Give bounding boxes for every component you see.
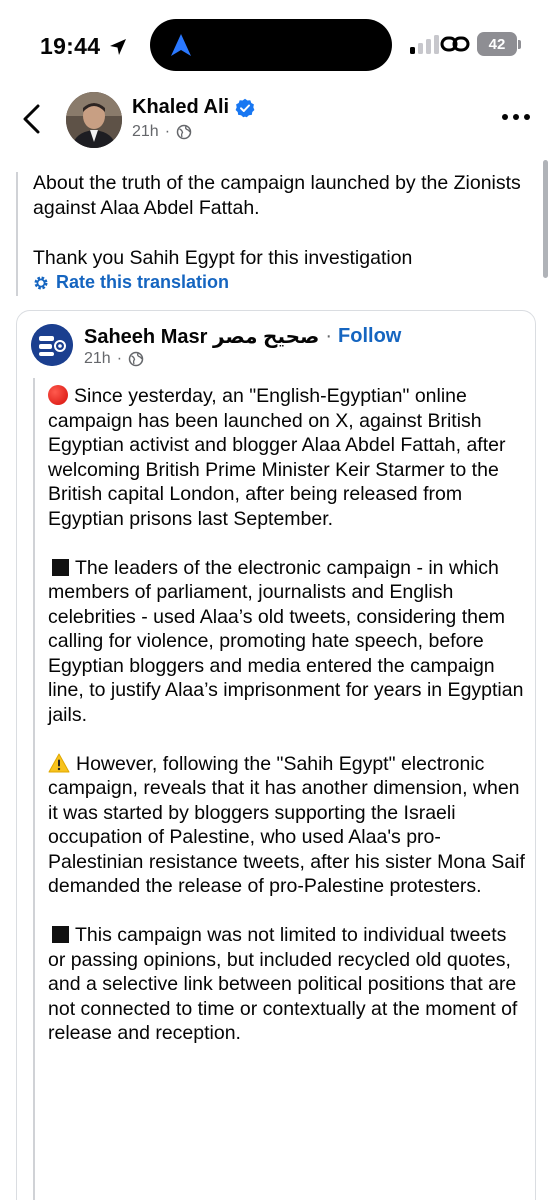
clock-text: 19:44 xyxy=(40,33,101,59)
post-paragraph: Thank you Sahih Egypt for this investiga… xyxy=(33,247,413,269)
shared-timestamp[interactable]: 21h xyxy=(84,350,111,368)
battery-level: 42 xyxy=(488,35,506,53)
quote-line xyxy=(33,378,35,1200)
shared-post-text: Since yesterday, an "English-Egyptian" o… xyxy=(48,384,528,1070)
rate-translation-link[interactable]: Rate this translation xyxy=(33,272,229,293)
warning-emoji xyxy=(48,753,70,772)
avatar-image xyxy=(66,92,122,148)
link-icon xyxy=(440,36,470,52)
shared-paragraph-text: This campaign was not limited to individ… xyxy=(48,924,518,1044)
rate-translation-label[interactable]: Rate this translation xyxy=(56,272,229,293)
verified-badge-icon xyxy=(235,98,255,117)
shared-paragraph-text: The leaders of the electronic campaign -… xyxy=(48,556,524,726)
back-chevron-icon[interactable] xyxy=(18,102,46,136)
post-meta: 21h · xyxy=(132,123,192,141)
post-header: Khaled Ali 21h · xyxy=(0,92,552,154)
page-logo-image xyxy=(31,324,73,366)
separator: · xyxy=(325,325,333,347)
black-square-emoji xyxy=(52,926,69,943)
shared-page-name[interactable]: Saheeh Masr صحيح مصر xyxy=(84,324,319,349)
meta-dot: · xyxy=(116,350,123,367)
black-square-emoji xyxy=(52,558,69,576)
battery-icon: 42 xyxy=(477,32,517,56)
globe-icon xyxy=(176,124,192,140)
globe-icon xyxy=(128,351,144,367)
quote-line xyxy=(16,172,18,296)
shared-paragraph: The leaders of the electronic campaign -… xyxy=(48,556,528,728)
shared-paragraph: Since yesterday, an "English-Egyptian" o… xyxy=(48,384,528,531)
shared-paragraph: This campaign was not limited to individ… xyxy=(48,923,528,1046)
signal-icon xyxy=(410,34,439,54)
dynamic-island xyxy=(150,19,392,71)
more-options-icon[interactable] xyxy=(502,114,534,124)
shared-page-header: Saheeh Masr صحيح مصر · Follow xyxy=(84,324,401,349)
gear-icon xyxy=(34,276,48,289)
shared-paragraph-text: However, following the "Sahih Egypt" ele… xyxy=(48,752,525,898)
follow-button[interactable]: Follow xyxy=(338,325,401,348)
status-bar: 19:44 42 xyxy=(0,0,552,92)
clock: 19:44 xyxy=(40,33,128,60)
red-circle-emoji xyxy=(48,385,68,405)
shared-paragraph: However, following the "Sahih Egypt" ele… xyxy=(48,752,528,899)
avatar[interactable] xyxy=(66,92,122,148)
author-name[interactable]: Khaled Ali xyxy=(132,96,229,119)
author[interactable]: Khaled Ali xyxy=(132,96,255,119)
scrollbar[interactable] xyxy=(543,160,548,278)
navigation-icon xyxy=(171,34,191,56)
battery-tip xyxy=(518,40,521,49)
shared-paragraph-text: Since yesterday, an "English-Egyptian" o… xyxy=(48,385,506,530)
post-timestamp[interactable]: 21h xyxy=(132,123,159,141)
post-paragraph: About the truth of the campaign launched… xyxy=(33,172,521,219)
page-avatar[interactable] xyxy=(31,324,73,366)
shared-post-meta: 21h · xyxy=(84,350,144,368)
meta-dot: · xyxy=(164,123,171,140)
location-arrow-icon xyxy=(110,38,127,55)
